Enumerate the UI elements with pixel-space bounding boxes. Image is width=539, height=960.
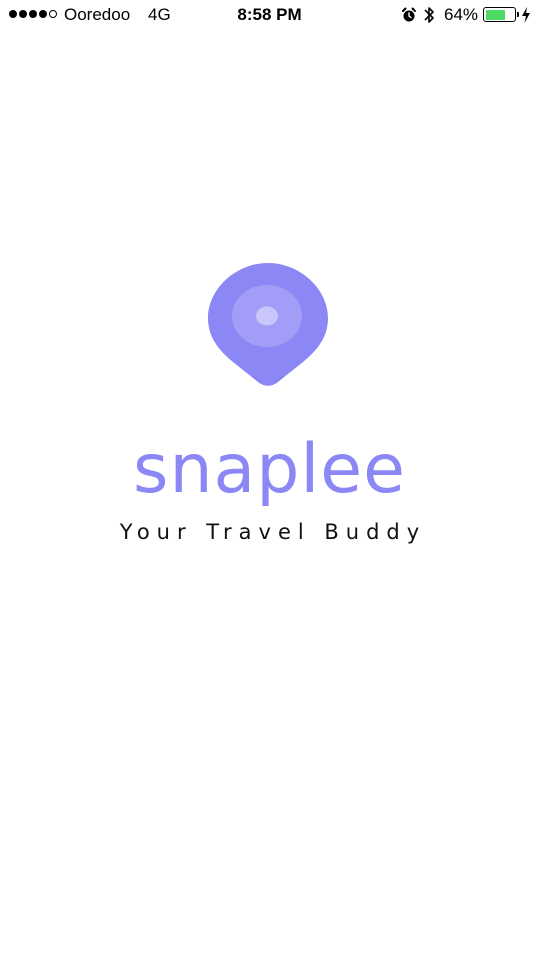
bluetooth-icon: [424, 7, 434, 23]
alarm-icon: [402, 7, 416, 22]
brand-name: snaplee: [133, 430, 406, 509]
battery-tip: [517, 12, 519, 17]
status-bar: Ooredoo 4G 8:58 PM 64%: [0, 0, 539, 32]
battery-icon: [483, 7, 516, 22]
map-pin-icon: [208, 263, 328, 386]
battery-level-fill: [485, 9, 505, 20]
tagline: Your Travel Buddy: [119, 520, 427, 544]
charging-icon: [522, 7, 530, 23]
battery-percent: 64%: [444, 5, 479, 24]
